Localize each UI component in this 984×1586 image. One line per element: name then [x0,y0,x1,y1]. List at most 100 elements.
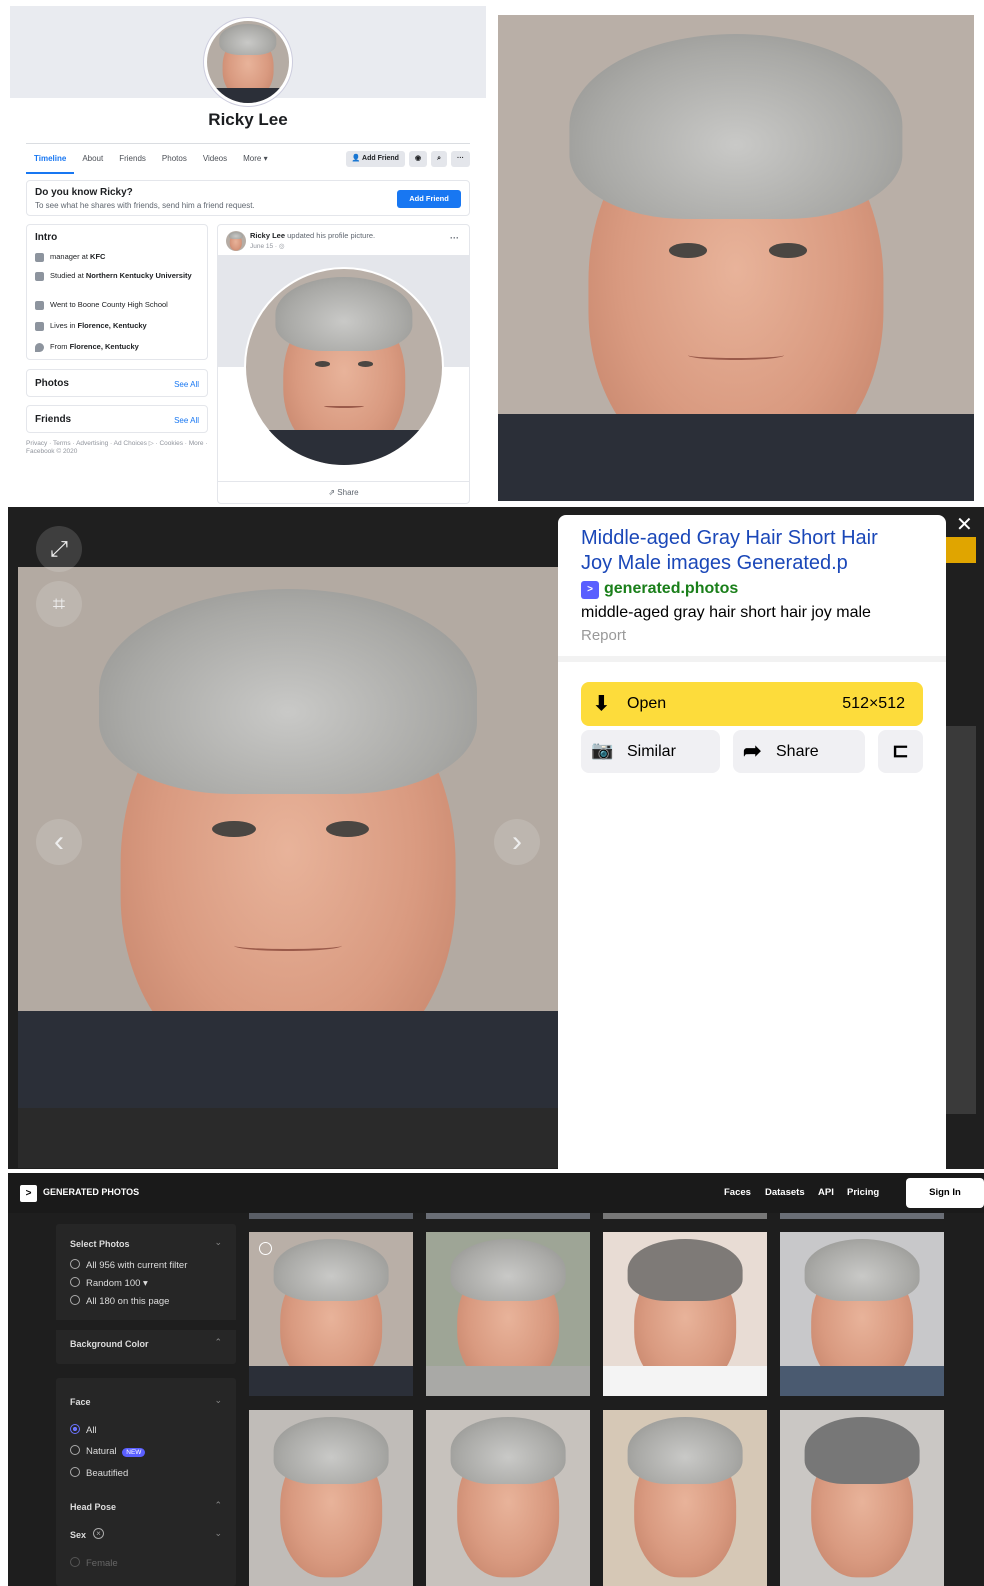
post-profile-picture[interactable] [244,267,444,467]
chevron-up-icon[interactable]: ⌃ [214,1337,222,1348]
crop-icon[interactable]: ⌗ [36,581,82,627]
face-photo-tile[interactable] [426,1410,590,1586]
previous-arrow-icon[interactable]: ‹ [36,819,82,865]
profile-avatar[interactable] [204,18,292,106]
nav-faces[interactable]: Faces [724,1187,751,1198]
partial-photo[interactable] [780,1213,944,1219]
photos-card: Photos See All [26,369,208,397]
home-icon [35,322,44,331]
background-color-title: Background Color [70,1339,149,1349]
tab-more[interactable]: More ▾ [235,144,275,174]
sex-option-female[interactable]: Female [70,1557,118,1569]
tab-videos[interactable]: Videos [195,144,235,174]
face-photo-tile[interactable] [249,1410,413,1586]
share-arrow-icon: ➦ [743,738,762,763]
post-header: Ricky Lee updated his profile picture. [250,231,376,240]
clear-filter-icon[interactable]: × [93,1528,104,1539]
sex-title: Sex [70,1530,87,1540]
know-add-friend-button[interactable]: Add Friend [397,190,461,208]
partial-photo[interactable] [603,1213,767,1219]
intro-lives: Lives in Florence, Kentucky [35,321,203,331]
report-link[interactable]: Report [581,627,626,644]
graduation-cap-icon [35,272,44,281]
next-thumbnail-edge[interactable] [946,726,976,1114]
tab-photos[interactable]: Photos [154,144,195,174]
bookmark-icon[interactable]: ⊏ [878,730,923,773]
site-link[interactable]: generated.photos [604,580,738,598]
image-size: 512×512 [842,695,905,712]
image-title-link[interactable]: Middle-aged Gray Hair Short Hair Joy Mal… [581,526,911,576]
add-person-icon: 👤 [351,154,361,162]
nav-datasets[interactable]: Datasets [765,1187,805,1198]
partial-photo[interactable] [426,1213,590,1219]
search-icon: ⌕ [437,154,441,162]
face-title: Face [70,1397,91,1407]
top-nav: > GENERATED PHOTOS Faces Datasets API Pr… [8,1173,984,1213]
location-pin-icon [35,343,44,352]
photos-title: Photos [35,378,69,389]
chevron-down-icon[interactable]: ⌄ [214,1528,222,1539]
sign-in-button[interactable]: Sign In [906,1178,984,1208]
large-portrait-photo [498,15,974,501]
nav-api[interactable]: API [818,1187,834,1198]
search-button[interactable]: ⌕ [431,150,447,167]
expand-icon[interactable]: ⤢ [36,526,82,572]
intro-from: From Florence, Kentucky [35,342,203,352]
face-photo-tile[interactable] [603,1410,767,1586]
messenger-button[interactable]: ◉ [408,150,428,167]
similar-button[interactable]: 📷 Similar [581,730,720,773]
face-option-all[interactable]: All [70,1424,97,1436]
select-checkbox[interactable] [259,1242,272,1255]
face-photo-tile[interactable] [780,1232,944,1396]
share-button[interactable]: ➦ Share [733,730,865,773]
site-favicon-icon: > [581,581,599,599]
head-pose-title: Head Pose [70,1502,117,1512]
partial-photo[interactable] [249,1213,413,1219]
chevron-down-icon[interactable]: ⌄ [214,1395,222,1406]
face-photo-tile[interactable] [603,1232,767,1396]
logo-icon[interactable]: > [20,1185,37,1202]
tab-about[interactable]: About [74,144,111,174]
messenger-icon: ◉ [414,154,422,162]
side-strip-yellow [946,537,976,563]
viewer-main-image[interactable] [18,567,558,1108]
share-arrow-icon: ⇗ [328,488,338,497]
select-photos-title: Select Photos [70,1239,130,1249]
profile-name: Ricky Lee [208,110,288,129]
know-card: Do you know Ricky? To see what he shares… [26,180,470,216]
panel-divider [558,656,946,662]
post-author[interactable]: Ricky Lee [250,231,285,240]
face-photo-tile[interactable] [249,1232,413,1396]
tab-timeline[interactable]: Timeline [26,144,75,174]
next-arrow-icon[interactable]: › [494,819,540,865]
close-icon[interactable]: ✕ [956,512,973,537]
footer-links[interactable]: Privacy · Terms · Advertising · Ad Choic… [26,440,208,456]
face-option-natural[interactable]: Natural NEW [70,1445,146,1457]
select-option-all[interactable]: All 956 with current filter [70,1259,187,1271]
chevron-down-icon[interactable]: ⌄ [214,1237,222,1248]
add-friend-button[interactable]: 👤 Add Friend [345,150,405,167]
face-photo-tile[interactable] [780,1410,944,1586]
post-author-avatar[interactable] [226,231,246,251]
face-option-beautified[interactable]: Beautified [70,1467,128,1479]
brand-name[interactable]: GENERATED PHOTOS [43,1187,139,1197]
photos-see-all-link[interactable]: See All [174,380,199,389]
friends-see-all-link[interactable]: See All [174,416,199,425]
more-options-button[interactable]: ··· [451,150,470,167]
intro-card: Intro manager at KFC Studied at Northern… [26,224,208,360]
select-option-random[interactable]: Random 100 ▾ [70,1277,148,1289]
post-menu-icon[interactable]: ··· [450,233,459,243]
nav-pricing[interactable]: Pricing [847,1187,879,1198]
post-share-button[interactable]: ⇗ Share [218,481,469,504]
chevron-up-icon[interactable]: ⌃ [214,1500,222,1511]
camera-icon: 📷 [591,740,614,760]
intro-university: Studied at Northern Kentucky University [35,271,203,281]
face-photo-tile[interactable] [426,1232,590,1396]
select-option-page[interactable]: All 180 on this page [70,1295,169,1307]
intro-work: manager at KFC [35,252,203,262]
open-button[interactable]: ⬇ Open 512×512 [581,682,923,726]
know-title: Do you know Ricky? [35,187,133,198]
filter-face: Face ⌄ All Natural NEW Beautified Head P… [56,1378,236,1586]
post-date[interactable]: June 15 · ◎ [250,242,285,250]
tab-friends[interactable]: Friends [111,144,154,174]
